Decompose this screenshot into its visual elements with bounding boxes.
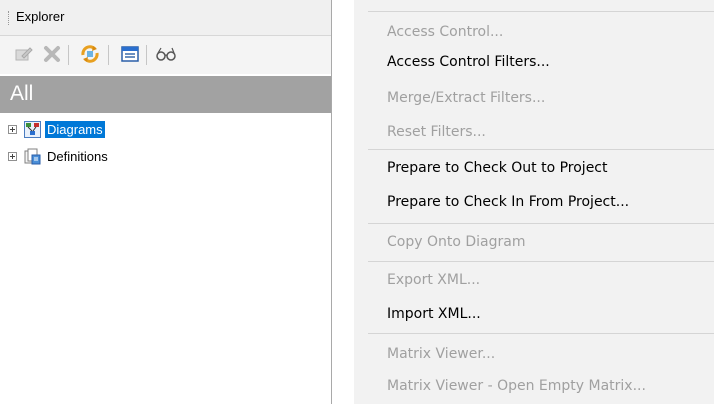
menu-item-label: Prepare to Check In From Project... xyxy=(387,194,630,210)
explorer-panel: Explorer All Diagrams Definitions xyxy=(0,0,332,404)
menu-item-access-control-filters[interactable]: Access Control Filters... xyxy=(354,46,714,80)
menu-item-label: Matrix Viewer - Open Empty Matrix... xyxy=(387,378,646,394)
menu-item-matrix-viewer[interactable]: Matrix Viewer... xyxy=(354,338,714,372)
expand-icon[interactable] xyxy=(8,152,17,161)
grip-handle[interactable] xyxy=(8,11,11,25)
menu-item-label: Copy Onto Diagram xyxy=(387,234,526,250)
menu-item-check-out[interactable]: Prepare to Check Out to Project xyxy=(354,152,714,186)
menu-item-copy-onto-diagram[interactable]: Copy Onto Diagram xyxy=(354,226,714,260)
menu-item-label: Access Control... xyxy=(387,24,504,40)
menu-item-import-xml[interactable]: Import XML... xyxy=(354,298,714,332)
tree-item-label: Diagrams xyxy=(45,121,105,138)
edit-icon[interactable] xyxy=(12,42,36,66)
menu-item-matrix-viewer-empty[interactable]: Matrix Viewer - Open Empty Matrix... xyxy=(354,370,714,404)
diagram-icon xyxy=(24,121,41,138)
glasses-icon[interactable] xyxy=(154,42,178,66)
explorer-title: Explorer xyxy=(16,9,65,24)
tree-item-diagrams[interactable]: Diagrams xyxy=(0,120,320,140)
menu-separator xyxy=(368,333,714,334)
menu-item-merge-extract-filters[interactable]: Merge/Extract Filters... xyxy=(354,82,714,116)
delete-icon[interactable] xyxy=(40,42,64,66)
window-icon[interactable] xyxy=(118,42,142,66)
menu-separator xyxy=(368,149,714,150)
refresh-icon[interactable] xyxy=(78,42,102,66)
menu-item-label: Export XML... xyxy=(387,272,481,288)
expand-icon[interactable] xyxy=(8,125,17,134)
context-menu: Access Control... Access Control Filters… xyxy=(354,0,714,404)
menu-item-label: Import XML... xyxy=(387,306,481,322)
menu-item-label: Prepare to Check Out to Project xyxy=(387,160,608,176)
menu-item-check-in[interactable]: Prepare to Check In From Project... xyxy=(354,186,714,220)
menu-separator xyxy=(368,261,714,262)
menu-item-label: Matrix Viewer... xyxy=(387,346,496,362)
menu-item-reset-filters[interactable]: Reset Filters... xyxy=(354,116,714,150)
menu-separator xyxy=(368,11,714,12)
definitions-icon xyxy=(24,148,41,165)
explorer-toolbar xyxy=(0,36,331,74)
tree-item-definitions[interactable]: Definitions xyxy=(0,147,320,167)
menu-item-label: Reset Filters... xyxy=(387,124,486,140)
menu-separator xyxy=(368,223,714,224)
scope-label: All xyxy=(10,82,34,105)
menu-item-access-control[interactable]: Access Control... xyxy=(354,16,714,50)
explorer-title-bar: Explorer xyxy=(0,0,331,36)
tree-item-label: Definitions xyxy=(47,149,108,164)
menu-item-label: Merge/Extract Filters... xyxy=(387,90,546,106)
menu-item-export-xml[interactable]: Export XML... xyxy=(354,264,714,298)
scope-bar: All xyxy=(0,76,331,113)
menu-item-label: Access Control Filters... xyxy=(387,54,550,70)
